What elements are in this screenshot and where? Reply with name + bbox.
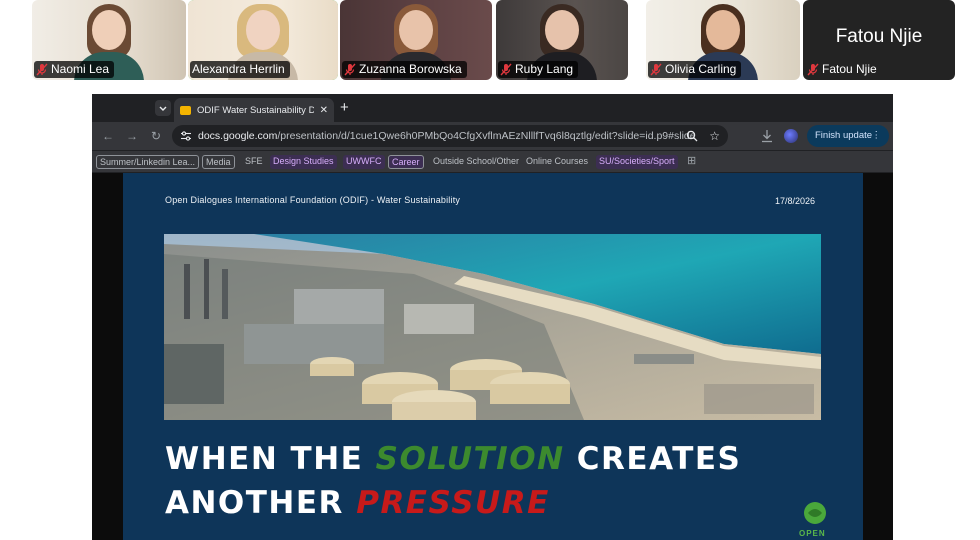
bookmark-sfe[interactable]: SFE — [242, 155, 266, 169]
bookmark-media[interactable]: Media — [202, 155, 235, 169]
bookmark-design-studies[interactable]: Design Studies — [270, 155, 337, 169]
all-bookmarks-icon[interactable]: ⊞ — [684, 155, 699, 169]
desalination-plant-photo — [164, 234, 821, 420]
google-slides-icon — [180, 105, 191, 115]
camera-off-name: Fatou Njie — [835, 26, 923, 47]
bookmark-online-courses[interactable]: Online Courses — [523, 155, 591, 169]
tab-odif-slides[interactable]: ODIF Water Sustainability Di ✕ — [174, 98, 334, 122]
bookmarks-bar: Summer/Linkedin Lea... Media SFE Design … — [92, 150, 893, 172]
close-icon[interactable]: ✕ — [320, 105, 328, 116]
participant-tile-alexandra[interactable]: Alexandra Herrlin — [188, 0, 338, 80]
bookmark-career[interactable]: Career — [388, 155, 424, 169]
mic-muted-icon — [500, 63, 512, 76]
finish-update-button[interactable]: Finish update ⋮ — [807, 125, 889, 147]
bookmark-summer-linkedin[interactable]: Summer/Linkedin Lea... — [96, 155, 200, 169]
headline-highlight-pressure: PRESSURE — [356, 485, 550, 521]
slide-date: 17/8/2026 — [774, 196, 815, 206]
mic-muted-icon — [36, 63, 48, 76]
participant-name-label: Fatou Njie — [805, 61, 882, 78]
headline-text: ANOTHER — [165, 485, 357, 521]
participant-name-label: Zuzanna Borowska — [342, 61, 467, 78]
download-icon[interactable] — [760, 129, 774, 143]
reload-icon[interactable]: ↻ — [148, 128, 164, 144]
forward-arrow-icon[interactable]: → — [124, 128, 140, 144]
odif-logo-icon — [804, 502, 826, 524]
participant-name: Fatou Njie — [822, 62, 877, 76]
headline-line-1: WHEN THE SOLUTION CREATES — [165, 437, 741, 481]
finish-update-label: Finish update — [815, 130, 873, 141]
new-tab-button[interactable]: + — [340, 99, 349, 116]
participant-tile-fatou[interactable]: Fatou Njie Fatou Njie — [803, 0, 955, 80]
participant-tile-olivia[interactable]: Olivia Carling — [646, 0, 800, 80]
chevron-down-icon — [159, 106, 167, 111]
address-bar[interactable]: docs.google.com/presentation/d/1cue1Qwe6… — [172, 125, 728, 147]
shared-browser-window: ODIF Water Sustainability Di ✕ + ← → ↻ d… — [92, 94, 893, 540]
participant-name-label: Olivia Carling — [648, 61, 742, 78]
bookmark-uwwfc[interactable]: UWWFC — [343, 155, 385, 169]
bookmark-outside-school[interactable]: Outside School/Other — [430, 155, 522, 169]
slide-headline: WHEN THE SOLUTION CREATES ANOTHER PRESSU… — [165, 437, 741, 525]
participant-name: Alexandra Herrlin — [192, 62, 285, 76]
slide-viewport: Open Dialogues International Foundation … — [92, 173, 893, 540]
mic-muted-icon — [344, 63, 356, 76]
browser-toolbar: ← → ↻ docs.google.com/presentation/d/1cu… — [92, 122, 893, 150]
participant-name-label: Ruby Lang — [498, 61, 579, 78]
more-menu-icon[interactable]: ⋮ — [872, 125, 882, 147]
url-text: docs.google.com/presentation/d/1cue1Qwe6… — [198, 125, 696, 147]
mic-muted-icon — [650, 63, 662, 76]
participant-tile-naomi[interactable]: Naomi Lea — [32, 0, 186, 80]
site-settings-icon[interactable] — [180, 130, 192, 142]
headline-text: CREATES — [564, 441, 742, 477]
bookmark-su-societies[interactable]: SU/Societies/Sport — [596, 155, 678, 169]
url-host: docs.google.com — [198, 130, 278, 142]
participant-tile-zuzanna[interactable]: Zuzanna Borowska — [340, 0, 492, 80]
participant-tile-ruby[interactable]: Ruby Lang — [496, 0, 628, 80]
bookmark-star-icon[interactable]: ☆ — [709, 129, 720, 143]
back-arrow-icon[interactable]: ← — [100, 128, 116, 144]
participant-name: Naomi Lea — [51, 62, 110, 76]
presentation-slide: Open Dialogues International Foundation … — [123, 173, 863, 540]
participant-name-label: Alexandra Herrlin — [190, 61, 290, 78]
mic-muted-icon — [807, 63, 819, 76]
slide-header: Open Dialogues International Foundation … — [165, 195, 461, 205]
participant-name: Zuzanna Borowska — [359, 62, 462, 76]
participant-name-label: Naomi Lea — [34, 61, 115, 78]
tab-title: ODIF Water Sustainability Di — [197, 104, 314, 116]
zoom-icon[interactable] — [686, 130, 698, 142]
tab-bar: ODIF Water Sustainability Di ✕ + — [92, 94, 893, 122]
headline-text: WHEN THE — [165, 441, 376, 477]
tab-search-dropdown[interactable] — [155, 100, 171, 116]
headline-line-2: ANOTHER PRESSURE — [165, 481, 741, 525]
logo-text: OPEN — [799, 529, 826, 538]
extension-icon[interactable] — [784, 129, 798, 143]
headline-highlight-solution: SOLUTION — [375, 441, 565, 477]
participant-name: Ruby Lang — [515, 62, 574, 76]
url-path: /presentation/d/1cue1Qwe6h0PMbQo4CfgXvfl… — [277, 130, 696, 142]
participant-name: Olivia Carling — [665, 62, 737, 76]
meeting-screen: Naomi Lea Alexandra Herrlin Zuzanna Boro… — [0, 0, 980, 540]
